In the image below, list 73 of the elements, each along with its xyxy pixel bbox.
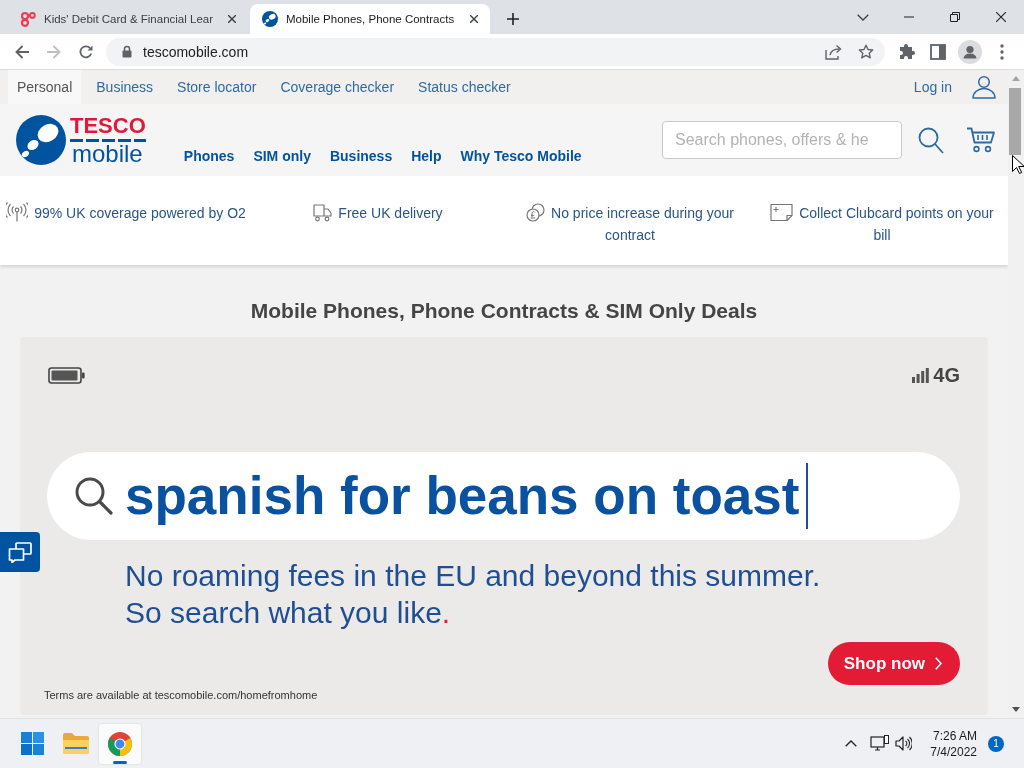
feedback-button[interactable] [0,532,40,572]
close-icon[interactable] [470,15,478,23]
lock-icon[interactable] [122,45,132,58]
reload-icon[interactable] [78,43,94,60]
utility-nav-link[interactable]: Business [87,70,163,104]
promo-search-text: spanish for beans on toast [125,465,800,527]
antenna-icon [6,202,29,222]
promo-text: So search what you like. [125,595,451,631]
new-tab-icon[interactable] [507,13,519,25]
search-icon [75,477,113,515]
coins-icon [526,203,546,222]
mouse-cursor-icon [1012,155,1024,174]
page-heading: Mobile Phones, Phone Contracts & SIM Only Deals [250,298,758,324]
running-indicator-icon [113,760,127,764]
folder-icon [63,733,89,754]
utility-nav-link[interactable]: Coverage checker [271,70,404,104]
taskbar-clock[interactable]: 7:26 AM 7/4/2022 [930,727,977,760]
restore-icon[interactable] [950,12,960,22]
puzzle-icon[interactable] [897,42,915,61]
text-cursor-icon [806,463,809,529]
scrollbar-thumb[interactable] [1009,88,1021,155]
star-icon[interactable] [858,43,874,60]
logo-brand-text[interactable]: TESCO [70,116,146,142]
notification-badge[interactable]: 1 [988,735,1004,752]
chevron-right-icon [935,657,942,670]
search-icon[interactable] [918,126,944,154]
benefit-text: No price increase during your contract [551,205,734,243]
close-icon[interactable] [996,12,1006,22]
cart-icon[interactable] [966,127,995,153]
start-icon [20,732,44,755]
browser-tab[interactable]: Kids' Debit Card & Financial Lear [8,4,248,34]
network-icon[interactable] [870,735,890,752]
side-panel-icon[interactable] [930,43,946,60]
main-nav-link[interactable]: Help [411,148,442,165]
chat-icon [8,541,32,563]
main-nav-link[interactable]: Phones [183,148,235,165]
main-nav-link[interactable]: Business [329,148,393,165]
battery-icon [48,366,85,384]
card-icon [770,203,794,222]
terms-text: Terms are available at tescomobile.com/homefromhome [44,689,318,702]
utility-nav-link[interactable]: Personal [8,70,82,104]
menu-icon[interactable] [1000,43,1004,60]
search-field[interactable]: Search phones, offers & he [662,121,902,159]
benefit-text: 99% UK coverage powered by O2 [34,205,246,221]
loops-icon [20,11,36,27]
address-bar[interactable]: tescomobile.com [106,37,885,66]
utility-nav-link[interactable]: Store locator [168,70,266,104]
network-label: 4G [933,365,960,385]
logo-icon [262,11,278,27]
user-icon[interactable] [972,75,996,99]
signal-bars-icon [912,367,930,383]
shop-now-button[interactable]: Shop now [827,642,960,685]
back-arrow-icon[interactable] [14,43,30,60]
taskbar-button[interactable] [98,722,142,765]
browser-icon [108,731,132,756]
chevron-down-icon[interactable] [857,13,869,21]
close-icon[interactable] [228,15,236,23]
share-icon[interactable] [825,43,842,60]
main-nav-link[interactable]: Why Tesco Mobile [460,148,582,165]
profile-icon[interactable] [958,39,982,64]
promo-text: No roaming fees in the EU and beyond this summer. [125,558,821,594]
speaker-icon[interactable] [895,736,913,751]
benefit-text: Free UK delivery [338,205,443,221]
benefit-text: Collect Clubcard points on your bill [799,205,994,243]
logo-icon[interactable] [16,115,66,165]
scroll-down-icon[interactable] [1012,707,1020,712]
logo-product-text[interactable]: mobile [72,142,143,166]
chevron-up-icon[interactable] [845,740,858,747]
van-icon [313,203,333,222]
utility-nav-link[interactable]: Status checker [409,70,520,104]
browser-tab[interactable]: Mobile Phones, Phone Contracts [250,4,490,34]
login-link[interactable]: Log in [913,79,952,95]
main-nav-link[interactable]: SIM only [253,148,311,165]
